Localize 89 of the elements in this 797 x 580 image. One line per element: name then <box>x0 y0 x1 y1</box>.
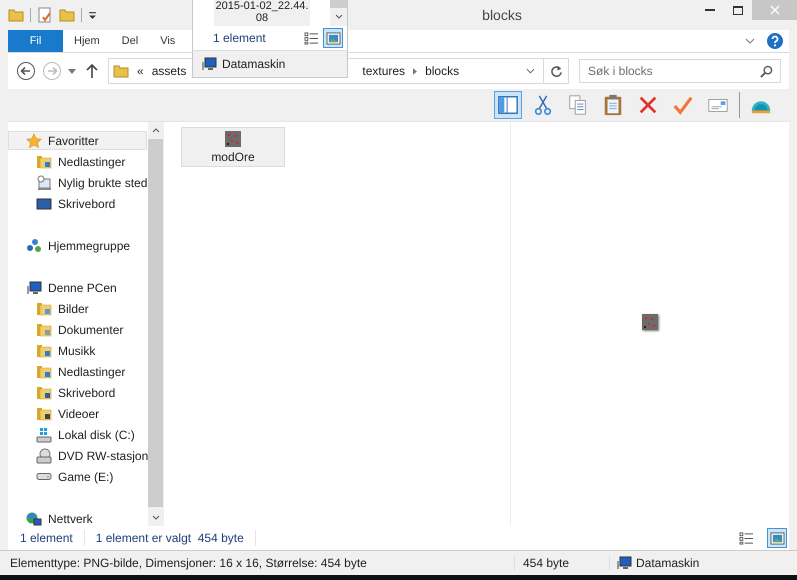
nav-item[interactable]: Favoritter <box>8 131 147 150</box>
item-count: 1 element <box>213 31 266 45</box>
picture-icon <box>770 532 784 544</box>
nav-item[interactable]: Lokal disk (C:) <box>8 425 147 444</box>
delete-icon <box>637 94 659 116</box>
file-name[interactable]: 2015-01-02_22.44. 08 <box>214 0 310 26</box>
list-icon <box>304 32 318 44</box>
disc-drive-icon <box>36 448 52 464</box>
nav-item[interactable]: Nylig brukte sted <box>8 173 147 192</box>
checkmark-icon <box>672 94 694 116</box>
scrollbar[interactable] <box>148 122 163 526</box>
picture-icon <box>326 32 340 44</box>
nav-item[interactable]: Nedlastinger <box>8 362 147 381</box>
star-icon <box>26 132 42 148</box>
preview-pane-button[interactable] <box>494 91 522 119</box>
search-icon <box>760 65 773 78</box>
list-icon <box>738 532 754 544</box>
breadcrumb-separator-icon[interactable] <box>413 68 418 74</box>
drive-icon <box>36 426 52 442</box>
monitor-icon <box>36 196 52 212</box>
location-label: Datamaskin <box>636 556 700 570</box>
nav-item[interactable]: Nettverk <box>8 509 147 526</box>
nav-item[interactable]: Game (E:) <box>8 467 147 486</box>
scroll-up-icon[interactable] <box>152 128 160 133</box>
help-icon[interactable] <box>767 33 783 49</box>
chevron-down-icon[interactable] <box>745 38 755 44</box>
folder-icon <box>36 384 52 400</box>
recent-places-icon <box>36 174 52 190</box>
selection-info: 1 element er valgt 454 byte <box>96 531 244 545</box>
ribbon-tab[interactable]: Vis <box>149 30 186 52</box>
maximize-icon[interactable] <box>733 6 743 14</box>
back-button[interactable] <box>16 61 36 81</box>
nav-item[interactable]: Denne PCen <box>8 278 147 297</box>
window-title: blocks <box>482 7 522 23</box>
file-size: 454 byte <box>515 556 610 570</box>
refresh-icon <box>550 64 562 78</box>
breadcrumb[interactable]: assets <box>152 64 186 78</box>
folder-icon <box>36 342 52 358</box>
nav-item[interactable]: Nedlastinger <box>8 152 147 171</box>
nav-item[interactable]: Hjemmegruppe <box>8 236 147 255</box>
folder-icon[interactable] <box>59 7 75 23</box>
scrollbar[interactable] <box>330 0 347 26</box>
computer-icon <box>616 555 632 571</box>
file-details: Elementtype: PNG-bilde, Dimensjoner: 16 x 16, Størrelse: 454 byte <box>0 556 515 570</box>
file-item[interactable]: modOre <box>181 127 285 167</box>
image-preview <box>642 314 658 330</box>
overflow-chevron[interactable]: « <box>137 64 144 78</box>
folder-icon <box>36 154 52 170</box>
breadcrumb[interactable]: blocks <box>425 64 460 78</box>
scroll-down-icon[interactable] <box>152 515 160 520</box>
document-check-icon[interactable] <box>37 7 53 23</box>
nav-item[interactable]: Dokumenter <box>8 320 147 339</box>
folder-icon <box>36 364 52 380</box>
recent-locations-icon[interactable] <box>68 68 76 74</box>
homegroup-icon <box>26 238 42 254</box>
clipboard-icon <box>602 94 624 116</box>
up-arrow-icon[interactable] <box>86 64 98 78</box>
drive-icon <box>36 473 52 480</box>
network-icon <box>26 510 42 526</box>
ribbon-tab[interactable]: Fil <box>8 30 63 52</box>
scissors-icon <box>532 94 554 116</box>
item-count: 1 element <box>20 531 73 545</box>
large-icons-view-button[interactable] <box>767 528 787 548</box>
folder-icon[interactable] <box>8 7 24 23</box>
ribbon-tab[interactable]: Hjem <box>63 30 111 52</box>
folder-icon <box>36 322 52 338</box>
image-thumbnail-icon <box>225 130 241 146</box>
search-field[interactable]: Søk i blocks <box>579 59 781 83</box>
nav-item[interactable]: Videoer <box>8 404 147 423</box>
folder-icon <box>36 300 52 316</box>
pane-icon <box>497 94 519 116</box>
computer-icon <box>26 280 42 296</box>
breadcrumb[interactable]: textures <box>362 64 406 78</box>
scroll-down-icon[interactable] <box>334 14 342 19</box>
copy-icon <box>567 94 589 116</box>
computer-icon <box>201 56 217 72</box>
ribbon-tab[interactable]: Del <box>110 30 150 52</box>
chevron-down-icon[interactable] <box>526 68 535 74</box>
nav-item[interactable]: Skrivebord <box>8 383 147 402</box>
large-icons-view-button[interactable] <box>323 28 343 48</box>
close-icon <box>770 5 780 15</box>
nav-item[interactable]: Bilder <box>8 299 147 318</box>
folder-icon <box>113 63 129 79</box>
dropdown-icon[interactable] <box>88 10 97 20</box>
nav-item[interactable]: DVD RW-stasjon <box>8 446 147 465</box>
folder-icon <box>36 406 52 422</box>
nav-item[interactable]: Musikk <box>8 341 147 360</box>
location-label: Datamaskin <box>222 57 286 71</box>
nav-item[interactable]: Skrivebord <box>8 194 147 213</box>
